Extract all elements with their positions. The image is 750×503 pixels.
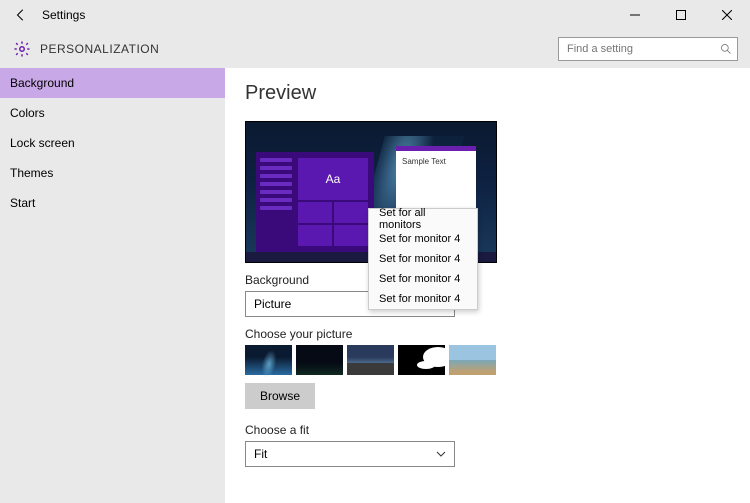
picture-thumb-3[interactable] — [347, 345, 394, 375]
ctx-label: Set for monitor 4 — [379, 233, 460, 245]
fit-label: Choose a fit — [245, 423, 750, 437]
sidebar-item-label: Background — [10, 76, 74, 90]
browse-button[interactable]: Browse — [245, 383, 315, 409]
maximize-button[interactable] — [658, 0, 704, 30]
browse-label: Browse — [260, 389, 300, 403]
chevron-down-icon — [436, 449, 446, 459]
ctx-label: Set for monitor 4 — [379, 273, 460, 285]
preview-tile-aa: Aa — [298, 158, 368, 200]
ctx-set-all-monitors[interactable]: Set for all monitors — [369, 209, 477, 229]
sidebar: Background Colors Lock screen Themes Sta… — [0, 68, 225, 503]
ctx-set-monitor-4[interactable]: Set for monitor 4 — [369, 289, 477, 309]
ctx-set-monitor-4[interactable]: Set for monitor 4 — [369, 229, 477, 249]
gear-icon — [12, 39, 32, 59]
main-panel: Preview Aa Sample Text Background Pictur… — [225, 68, 750, 503]
preview-start-list — [256, 152, 296, 252]
dropdown-value: Picture — [254, 297, 291, 311]
choose-picture-label: Choose your picture — [245, 327, 750, 341]
context-menu: Set for all monitors Set for monitor 4 S… — [368, 208, 478, 310]
sidebar-item-label: Lock screen — [10, 136, 75, 150]
close-button[interactable] — [704, 0, 750, 30]
picture-thumb-4[interactable] — [398, 345, 445, 375]
picture-thumb-1[interactable] — [245, 345, 292, 375]
picture-thumb-2[interactable] — [296, 345, 343, 375]
preview-start-menu: Aa — [256, 152, 374, 252]
back-button[interactable] — [6, 0, 36, 30]
preview-start-tiles: Aa — [296, 152, 374, 252]
preview-window: Sample Text — [396, 146, 476, 210]
sidebar-item-background[interactable]: Background — [0, 68, 225, 98]
minimize-button[interactable] — [612, 0, 658, 30]
sidebar-item-colors[interactable]: Colors — [0, 98, 225, 128]
sidebar-item-lock-screen[interactable]: Lock screen — [0, 128, 225, 158]
picture-thumb-5[interactable] — [449, 345, 496, 375]
picture-thumbnails — [245, 345, 750, 375]
background-label: Background — [245, 273, 750, 287]
ctx-label: Set for monitor 4 — [379, 293, 460, 305]
ctx-set-monitor-4[interactable]: Set for monitor 4 — [369, 269, 477, 289]
sidebar-item-label: Colors — [10, 106, 45, 120]
page-subtitle: PERSONALIZATION — [40, 42, 159, 56]
sidebar-item-themes[interactable]: Themes — [0, 158, 225, 188]
section-heading: Preview — [245, 82, 750, 105]
window-controls — [612, 0, 750, 30]
search-input[interactable] — [558, 37, 738, 61]
sidebar-item-label: Themes — [10, 166, 53, 180]
ctx-label: Set for all monitors — [379, 207, 467, 231]
dropdown-value: Fit — [254, 447, 267, 461]
fit-dropdown[interactable]: Fit — [245, 441, 455, 467]
preview-window-text: Sample Text — [402, 157, 446, 166]
ctx-label: Set for monitor 4 — [379, 253, 460, 265]
search-wrap — [558, 37, 738, 61]
window-title: Settings — [42, 8, 85, 22]
sidebar-item-start[interactable]: Start — [0, 188, 225, 218]
sidebar-item-label: Start — [10, 196, 35, 210]
page-header: PERSONALIZATION — [0, 30, 750, 68]
ctx-set-monitor-4[interactable]: Set for monitor 4 — [369, 249, 477, 269]
titlebar: Settings — [0, 0, 750, 30]
